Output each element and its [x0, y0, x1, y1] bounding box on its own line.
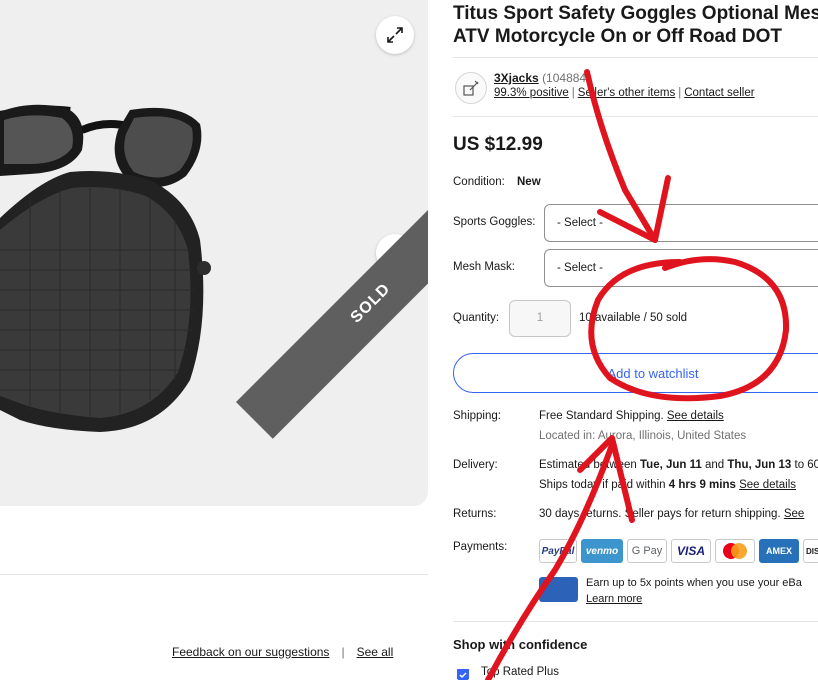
title-line-2: ATV Motorcycle On or Off Road DOT — [453, 26, 782, 47]
ebay-card-promo: Earn up to 5x points when you use your e… — [586, 575, 802, 607]
delivery-to: to 60 — [794, 459, 818, 471]
shipping-label: Shipping: — [453, 410, 501, 422]
seller-links: 99.3% positive | Seller's other items | Cont… — [494, 87, 755, 99]
divider — [453, 57, 818, 58]
contact-seller-link[interactable]: Contact seller — [684, 87, 754, 99]
venmo-icon: venmo — [581, 539, 623, 563]
feedback-row: Feedback on our suggestions | See all — [172, 645, 393, 659]
shop-with-confidence-heading: Shop with confidence — [453, 637, 588, 652]
delivery-date-end: Thu, Jun 13 — [727, 459, 792, 471]
title-line-1: Titus Sport Safety Goggles Optional Mesh — [453, 3, 818, 24]
item-details: Titus Sport Safety Goggles Optional Mesh… — [453, 0, 818, 680]
seller-info: 3Xjacks (104884 — [494, 71, 586, 85]
returns-label: Returns: — [453, 508, 497, 520]
mastercard-icon — [715, 539, 755, 563]
shipping-details-link[interactable]: See details — [667, 410, 724, 422]
quantity-label: Quantity: — [453, 312, 500, 324]
condition-value: New — [517, 176, 541, 188]
delivery-and: and — [705, 459, 725, 471]
delivery-estimate: Estimated between Tue, Jun 11 and Thu, J… — [539, 459, 818, 471]
time-left: 4 hrs 9 mins — [668, 479, 736, 491]
discover-icon: DISCO — [803, 539, 818, 563]
payments-label: Payments: — [453, 541, 508, 553]
separator: | — [341, 645, 345, 659]
learn-more-link[interactable]: Learn more — [586, 593, 642, 605]
delivery-date-start: Tue, Jun 11 — [640, 459, 702, 471]
seller-name-link[interactable]: 3Xjacks — [494, 71, 539, 85]
ships-prefix: Ships today if paid within — [539, 479, 666, 491]
item-location: Located in: Aurora, Illinois, United Sta… — [539, 430, 747, 442]
mesh-mask-select[interactable]: - Select - — [544, 249, 818, 287]
credit-card-icon — [539, 577, 578, 602]
returns-info: 30 days returns. Seller pays for return … — [539, 508, 804, 520]
shipping-info: Free Standard Shipping. See details — [539, 410, 724, 422]
sports-goggles-label: Sports Goggles: — [453, 216, 536, 228]
feedback-link[interactable]: Feedback on our suggestions — [172, 645, 329, 659]
earn-points-text: Earn up to 5x points when you use your e… — [586, 577, 802, 589]
seller-feedback-count: (104884 — [542, 71, 587, 85]
delivery-label: Delivery: — [453, 459, 498, 471]
payment-methods: PayPal venmo G Pay VISA AMEX DISCO — [539, 539, 818, 563]
divider — [0, 574, 428, 575]
seller-positive-link[interactable]: 99.3% positive — [494, 87, 569, 99]
paypal-icon: PayPal — [539, 539, 577, 563]
seller-store-icon — [463, 80, 479, 96]
see-all-link[interactable]: See all — [357, 645, 394, 659]
shipping-free: Free — [539, 410, 563, 422]
returns-link[interactable]: See — [784, 508, 804, 520]
delivery-details-link[interactable]: See details — [739, 479, 796, 491]
quantity-availability: 10 available / 50 sold — [579, 312, 688, 324]
sports-goggles-select[interactable]: - Select - — [544, 204, 818, 242]
shipping-method: Standard Shipping. — [565, 410, 664, 422]
expand-icon — [387, 27, 403, 43]
returns-text: 30 days returns. Seller pays for return … — [539, 508, 781, 520]
divider — [453, 621, 818, 622]
google-pay-icon: G Pay — [627, 539, 667, 563]
delivery-prefix: Estimated between — [539, 459, 637, 471]
page-title: Titus Sport Safety Goggles Optional Mesh… — [453, 2, 818, 48]
price: US $12.99 — [453, 134, 543, 155]
condition-label: Condition: — [453, 176, 505, 188]
mesh-mask-label: Mesh Mask: — [453, 261, 515, 273]
sold-banner-text: SOLD — [347, 280, 394, 327]
top-rated-plus: Top Rated Plus — [481, 666, 559, 678]
expand-image-button[interactable] — [376, 16, 414, 54]
amex-icon: AMEX — [759, 539, 799, 563]
product-image-panel: SOLD — [0, 0, 428, 506]
visa-icon: VISA — [671, 539, 711, 563]
divider — [453, 116, 818, 117]
product-image[interactable] — [0, 0, 428, 506]
quantity-input[interactable]: 1 — [509, 300, 571, 337]
add-to-watchlist-button[interactable]: Add to watchlist — [453, 353, 818, 393]
top-rated-icon — [457, 669, 469, 680]
seller-other-items-link[interactable]: Seller's other items — [578, 87, 675, 99]
seller-avatar[interactable] — [455, 72, 487, 104]
ships-today: Ships today if paid within 4 hrs 9 mins … — [539, 479, 796, 491]
